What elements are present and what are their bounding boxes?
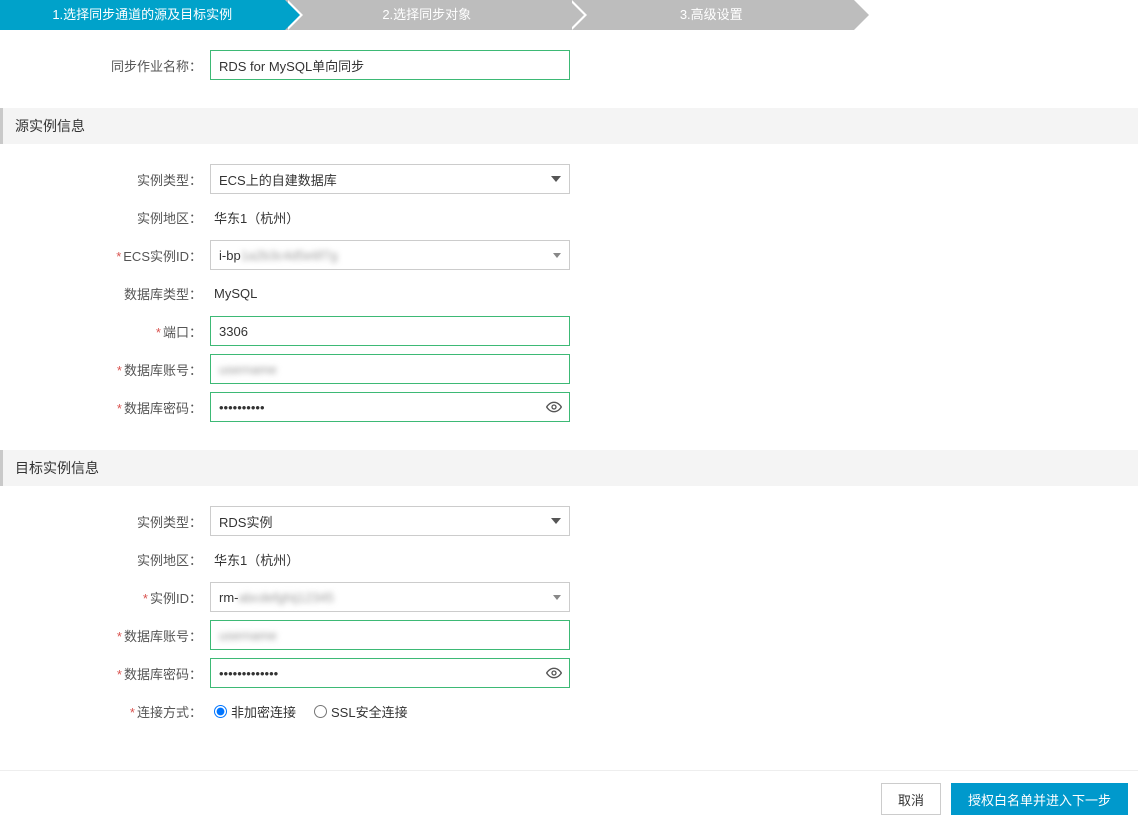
source-port-label: *端口： (0, 322, 210, 341)
target-instance-type-value: RDS实例 (219, 512, 272, 531)
source-db-pass-input[interactable] (210, 392, 570, 422)
target-instance-type-select[interactable]: RDS实例 (210, 506, 570, 536)
step-2[interactable]: 2.选择同步对象 (285, 0, 570, 30)
target-instance-type-label: 实例类型： (0, 512, 210, 531)
eye-icon[interactable] (546, 399, 562, 415)
conn-mode-ssl-radio[interactable] (314, 705, 327, 718)
required-mark: * (117, 401, 122, 416)
required-mark: * (130, 705, 135, 720)
source-instance-type-label: 实例类型： (0, 170, 210, 189)
source-section-header: 源实例信息 (0, 108, 1138, 144)
required-mark: * (117, 363, 122, 378)
conn-mode-non-encrypted-radio[interactable] (214, 705, 227, 718)
target-db-pass-input[interactable] (210, 658, 570, 688)
chevron-down-icon (553, 595, 561, 600)
wizard-steps: 1.选择同步通道的源及目标实例 2.选择同步对象 3.高级设置 (0, 0, 1138, 30)
source-ecs-id-select[interactable]: i-bp1a2b3c4d5e6f7g (210, 240, 570, 270)
step-3[interactable]: 3.高级设置 (569, 0, 854, 30)
chevron-down-icon (551, 176, 561, 182)
source-ecs-id-label: *ECS实例ID： (0, 246, 210, 265)
chevron-down-icon (551, 518, 561, 524)
target-db-pass-label: *数据库密码： (0, 664, 210, 683)
target-region-label: 实例地区： (0, 550, 210, 569)
target-db-user-input[interactable]: username (219, 628, 277, 643)
chevron-down-icon (553, 253, 561, 258)
target-instance-id-select[interactable]: rm-abcdefghij12345 (210, 582, 570, 612)
target-db-user-label: *数据库账号： (0, 626, 210, 645)
target-instance-id-label: *实例ID： (0, 588, 210, 607)
target-section: 实例类型： RDS实例 实例地区： 华东1（杭州） *实例ID： rm-abcd… (0, 486, 1138, 742)
required-mark: * (143, 591, 148, 606)
target-region-value: 华东1（杭州） (210, 550, 570, 569)
required-mark: * (156, 325, 161, 340)
cancel-button[interactable]: 取消 (881, 783, 941, 815)
job-name-area: 同步作业名称： (0, 30, 1138, 96)
footer-actions: 取消 授权白名单并进入下一步 (0, 770, 1138, 827)
target-section-header: 目标实例信息 (0, 450, 1138, 486)
required-mark: * (117, 629, 122, 644)
required-mark: * (117, 667, 122, 682)
source-instance-type-select[interactable]: ECS上的自建数据库 (210, 164, 570, 194)
source-ecs-id-value: i-bp1a2b3c4d5e6f7g (219, 248, 338, 263)
source-db-pass-label: *数据库密码： (0, 398, 210, 417)
job-name-label: 同步作业名称： (0, 56, 210, 75)
source-db-type-value: MySQL (210, 286, 570, 301)
eye-icon[interactable] (546, 665, 562, 681)
step-4 (854, 0, 1138, 30)
target-conn-mode-label: *连接方式： (0, 702, 210, 721)
source-port-input[interactable] (210, 316, 570, 346)
source-section: 实例类型： ECS上的自建数据库 实例地区： 华东1（杭州） *ECS实例ID：… (0, 144, 1138, 438)
source-db-user-input[interactable]: username (219, 362, 277, 377)
target-instance-id-value: rm-abcdefghij12345 (219, 590, 334, 605)
conn-mode-non-encrypted[interactable]: 非加密连接 (214, 702, 296, 721)
next-button[interactable]: 授权白名单并进入下一步 (951, 783, 1128, 815)
source-instance-type-value: ECS上的自建数据库 (219, 170, 337, 189)
source-db-user-label: *数据库账号： (0, 360, 210, 379)
required-mark: * (116, 249, 121, 264)
source-region-value: 华东1（杭州） (210, 208, 570, 227)
conn-mode-ssl[interactable]: SSL安全连接 (314, 702, 408, 721)
source-db-type-label: 数据库类型： (0, 284, 210, 303)
source-region-label: 实例地区： (0, 208, 210, 227)
conn-mode-radio-group: 非加密连接 SSL安全连接 (210, 702, 570, 721)
step-1[interactable]: 1.选择同步通道的源及目标实例 (0, 0, 285, 30)
job-name-input[interactable] (210, 50, 570, 80)
